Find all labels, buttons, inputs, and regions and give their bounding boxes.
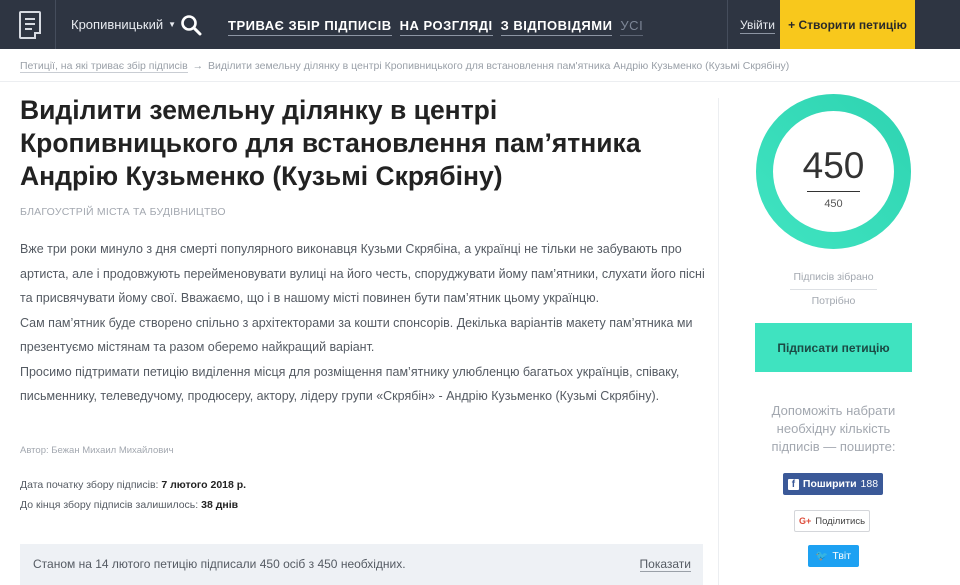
chevron-down-icon: ▼ (168, 20, 177, 29)
needed-label: Потрібно (811, 295, 856, 307)
status-text: Станом на 14 лютого петицію підписали 45… (33, 557, 406, 571)
twitter-bird-icon: 🐦 (815, 550, 829, 562)
petition-logo-icon[interactable] (19, 11, 41, 39)
collected-label: Підписів зібрано (793, 271, 874, 283)
sidebar-divider (790, 289, 877, 290)
facebook-share-button[interactable]: f Поширити 188 (783, 473, 883, 495)
header-divider (727, 0, 728, 49)
remaining-label: До кінця збору підписів залишилось: (20, 499, 199, 511)
remaining-days: До кінця збору підписів залишилось: 38 д… (20, 499, 238, 511)
breadcrumb-current: Виділити земельну ділянку в центрі Кропи… (208, 60, 790, 72)
signature-progress-ring: 450 450 (755, 93, 912, 250)
login-link[interactable]: Увійти (740, 18, 775, 34)
show-signatures-link[interactable]: Показати (639, 557, 691, 572)
facebook-icon: f (787, 478, 799, 490)
signature-status-bar: Станом на 14 лютого петицію підписали 45… (20, 544, 703, 585)
arrow-right-icon: → (192, 60, 204, 72)
ring-divider (807, 191, 860, 192)
content-sidebar-divider (718, 98, 719, 585)
nav-answered[interactable]: З ВІДПОВІДЯМИ (500, 18, 613, 36)
header-divider (55, 0, 56, 49)
breadcrumb-link[interactable]: Петиції, на які триває збір підписів (20, 60, 188, 73)
needed-count: 450 (824, 198, 843, 210)
petition-category[interactable]: БЛАГОУСТРІЙ МІСТА ТА БУДІВНИЦТВО (20, 206, 226, 218)
petition-title: Виділити земельну ділянку в центрі Кропи… (20, 95, 641, 191)
nav-all[interactable]: УСІ (620, 18, 644, 36)
twitter-share-label: Твіт (832, 550, 852, 562)
search-icon[interactable] (180, 14, 202, 36)
breadcrumb-divider (0, 81, 960, 82)
city-label: Кропивницький (71, 17, 164, 32)
collected-count: 450 (802, 145, 865, 186)
start-date: Дата початку збору підписів: 7 лютого 20… (20, 479, 246, 491)
remaining-value: 38 днів (201, 499, 239, 511)
nav-under-review[interactable]: НА РОЗГЛЯДІ (399, 18, 493, 36)
petition-paragraph: Просимо підтримати петицію виділення міс… (20, 364, 680, 404)
city-selector[interactable]: Кропивницький ▼ (71, 17, 176, 32)
nav-collecting[interactable]: ТРИВАЄ ЗБІР ПІДПИСІВ (228, 18, 392, 36)
petition-paragraph: Сам пам’ятник буде створено спільно з ар… (20, 315, 693, 355)
start-date-value: 7 лютого 2018 р. (161, 479, 247, 491)
start-date-label: Дата початку збору підписів: (20, 479, 159, 491)
petition-author: Автор: Бежан Михаил Михайлович (20, 445, 174, 456)
sign-petition-button[interactable]: Підписати петицію (755, 323, 912, 372)
share-help-text: Допоможіть набрати необхідну кількість п… (771, 403, 896, 454)
facebook-share-label: Поширити (802, 478, 857, 490)
breadcrumb: Петиції, на які триває збір підписів → В… (20, 60, 790, 73)
google-plus-share-button[interactable]: G+ Поділитись (794, 510, 870, 532)
petition-paragraph: Вже три роки минуло з дня смерті популяр… (20, 242, 705, 305)
twitter-share-button[interactable]: 🐦 Твіт (808, 545, 859, 567)
google-plus-icon: G+ (798, 516, 812, 526)
top-header: Кропивницький ▼ ТРИВАЄ ЗБІР ПІДПИСІВ НА … (0, 0, 960, 49)
create-petition-button[interactable]: + Створити петицію (780, 0, 915, 49)
google-plus-share-label: Поділитись (815, 515, 866, 527)
main-nav: ТРИВАЄ ЗБІР ПІДПИСІВ НА РОЗГЛЯДІ З ВІДПО… (228, 18, 651, 36)
facebook-share-count: 188 (860, 478, 879, 490)
petition-body: Вже три роки минуло з дня смерті популяр… (20, 237, 710, 409)
